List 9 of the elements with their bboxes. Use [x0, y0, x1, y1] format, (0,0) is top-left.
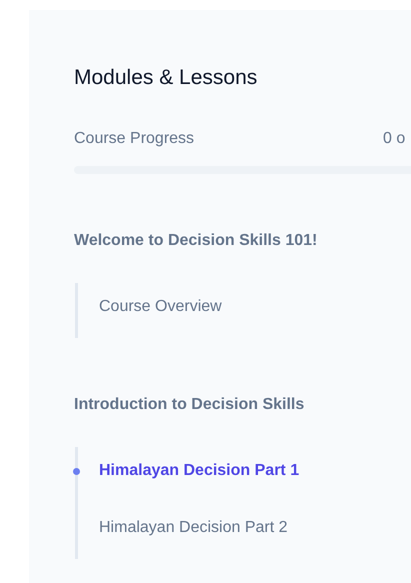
current-dot-icon: [73, 468, 80, 475]
panel-title: Modules & Lessons: [74, 65, 258, 91]
progress-reading: 0 o: [383, 129, 406, 149]
lesson-link[interactable]: Himalayan Decision Part 1: [99, 459, 300, 483]
module-heading: Welcome to Decision Skills 101!: [74, 231, 318, 251]
lesson-link[interactable]: Course Overview: [99, 295, 222, 319]
progress-label: Course Progress: [74, 129, 194, 149]
module-heading: Introduction to Decision Skills: [74, 395, 304, 415]
lesson-link[interactable]: Himalayan Decision Part 2: [99, 516, 288, 540]
